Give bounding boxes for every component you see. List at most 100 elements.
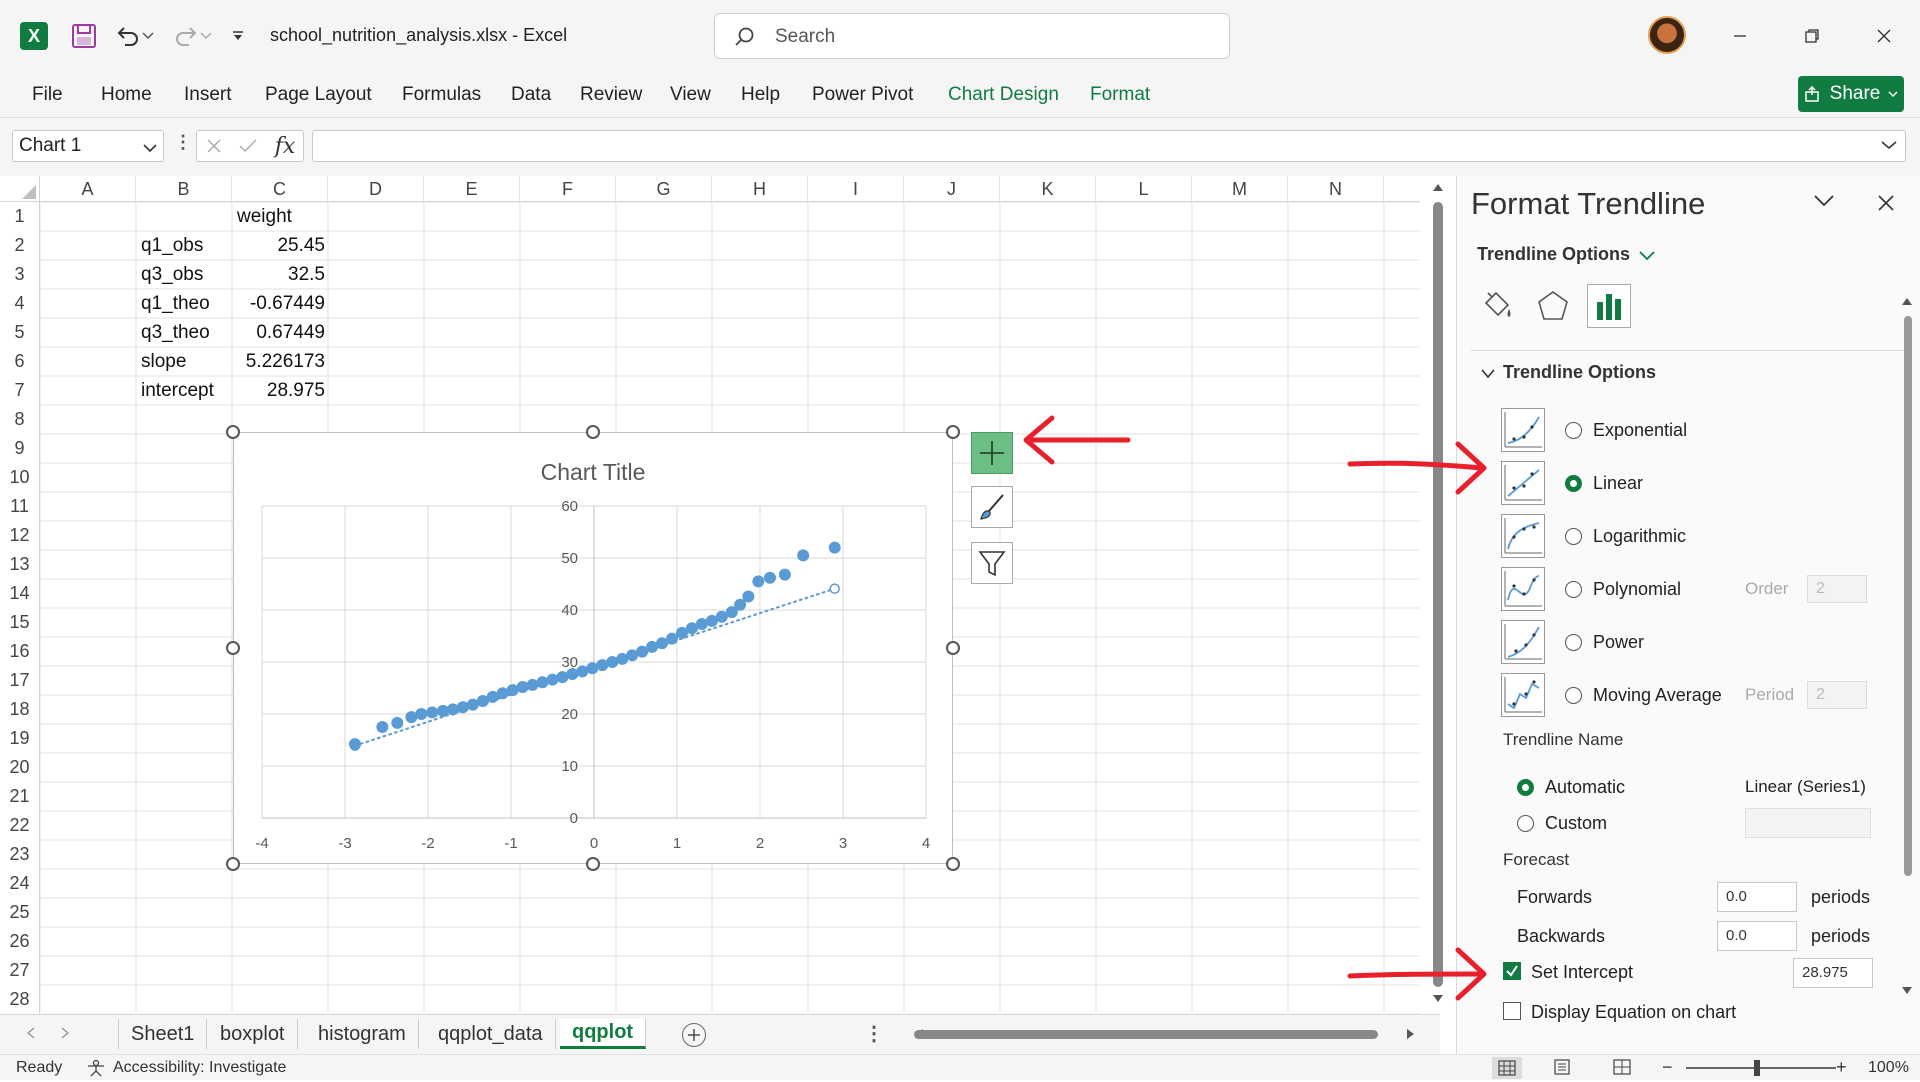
zoom-slider[interactable] xyxy=(1686,1067,1836,1069)
row-header-8[interactable]: 8 xyxy=(0,405,40,434)
set-intercept-input[interactable]: 28.975 xyxy=(1793,958,1873,988)
display-equation-checkbox[interactable] xyxy=(1503,1002,1521,1020)
cell-c1[interactable]: weight xyxy=(233,202,329,231)
resize-handle[interactable] xyxy=(946,641,960,655)
pane-scroll-thumb[interactable] xyxy=(1904,316,1912,876)
row-header-6[interactable]: 6 xyxy=(0,347,40,376)
restore-button[interactable] xyxy=(1792,18,1832,54)
trendline-type-logarithmic[interactable]: Logarithmic xyxy=(1501,514,1920,560)
page-layout-view-icon[interactable] xyxy=(1552,1059,1572,1080)
pane-options-chevron-icon[interactable] xyxy=(1813,194,1835,213)
row-header-25[interactable]: 25 xyxy=(0,898,40,927)
scroll-down-icon[interactable] xyxy=(1901,986,1913,996)
cell-c4[interactable]: -0.67449 xyxy=(233,289,329,318)
row-header-21[interactable]: 21 xyxy=(0,782,40,811)
tab-help[interactable]: Help xyxy=(741,84,780,106)
row-header-7[interactable]: 7 xyxy=(0,376,40,405)
worksheet-grid[interactable]: ABCDEFGHIJKLMN 1 2 3 4 5 6 7 8 9 10 11 12 13 14 15 16 17… xyxy=(0,176,1420,1014)
resize-handle[interactable] xyxy=(586,425,600,439)
row-header-24[interactable]: 24 xyxy=(0,869,40,898)
cell-c3[interactable]: 32.5 xyxy=(233,260,329,289)
tab-chart-design[interactable]: Chart Design xyxy=(948,84,1059,106)
tab-home[interactable]: Home xyxy=(101,84,152,106)
undo-dropdown-icon[interactable] xyxy=(140,20,156,52)
normal-view-icon[interactable] xyxy=(1492,1057,1522,1079)
resize-handle[interactable] xyxy=(946,425,960,439)
avatar[interactable] xyxy=(1648,16,1686,54)
more-options-icon[interactable]: ⋮ xyxy=(174,132,192,153)
column-header-d[interactable]: D xyxy=(328,176,424,202)
trendline-options-chart-icon[interactable] xyxy=(1587,284,1631,328)
row-header-3[interactable]: 3 xyxy=(0,260,40,289)
vertical-scrollbar[interactable] xyxy=(1420,176,1456,1014)
row-header-19[interactable]: 19 xyxy=(0,724,40,753)
chart[interactable]: Chart Title -4 -3 -2 -1 0 1 2 3 4 0 10 20 30 40 50 60 xyxy=(233,432,953,864)
sheet-tab-histogram[interactable]: histogram xyxy=(306,1019,419,1049)
row-header-10[interactable]: 10 xyxy=(0,463,40,492)
exponential-radio[interactable] xyxy=(1565,422,1582,439)
row-header-2[interactable]: 2 xyxy=(0,231,40,260)
select-all-corner[interactable] xyxy=(0,176,40,202)
power-radio[interactable] xyxy=(1565,634,1582,651)
tab-view[interactable]: View xyxy=(670,84,711,106)
insert-function-icon[interactable]: fx xyxy=(270,130,300,162)
row-header-13[interactable]: 13 xyxy=(0,550,40,579)
column-header-i[interactable]: I xyxy=(808,176,904,202)
tab-splitter-icon[interactable]: ⋮ xyxy=(864,1021,884,1046)
row-header-14[interactable]: 14 xyxy=(0,579,40,608)
trendline-type-exponential[interactable]: Exponential xyxy=(1501,408,1920,454)
row-header-18[interactable]: 18 xyxy=(0,695,40,724)
column-header-c[interactable]: C xyxy=(232,176,328,202)
cell-c5[interactable]: 0.67449 xyxy=(233,318,329,347)
section-collapse-icon[interactable] xyxy=(1481,366,1495,384)
search-input[interactable]: Search xyxy=(714,13,1230,59)
logarithmic-radio[interactable] xyxy=(1565,528,1582,545)
zoom-slider-thumb[interactable] xyxy=(1754,1060,1760,1076)
cell-b6[interactable]: slope xyxy=(137,347,233,376)
row-header-27[interactable]: 27 xyxy=(0,956,40,985)
close-window-button[interactable] xyxy=(1864,18,1904,54)
row-header-16[interactable]: 16 xyxy=(0,637,40,666)
column-header-g[interactable]: G xyxy=(616,176,712,202)
cell-b3[interactable]: q3_obs xyxy=(137,260,233,289)
tab-data[interactable]: Data xyxy=(511,84,551,106)
resize-handle[interactable] xyxy=(226,641,240,655)
scroll-tabs-right-icon[interactable] xyxy=(60,1027,70,1039)
column-header-f[interactable]: F xyxy=(520,176,616,202)
expand-formula-icon[interactable] xyxy=(1881,137,1897,155)
row-header-17[interactable]: 17 xyxy=(0,666,40,695)
row-header-20[interactable]: 20 xyxy=(0,753,40,782)
row-header-23[interactable]: 23 xyxy=(0,840,40,869)
hscroll-thumb[interactable] xyxy=(914,1030,1378,1039)
trendline-type-moving-average[interactable]: Moving Average Period 2 xyxy=(1501,673,1920,719)
resize-handle[interactable] xyxy=(946,857,960,871)
backwards-input[interactable]: 0.0 xyxy=(1717,921,1797,951)
sheet-tab-boxplot[interactable]: boxplot xyxy=(208,1019,298,1049)
chart-filters-button[interactable] xyxy=(971,542,1013,584)
scroll-up-icon[interactable] xyxy=(1901,296,1913,306)
linear-radio[interactable] xyxy=(1565,475,1582,492)
sheet-tab-qqplot-data[interactable]: qqplot_data xyxy=(426,1019,556,1049)
cell-b2[interactable]: q1_obs xyxy=(137,231,233,260)
column-header-j[interactable]: J xyxy=(904,176,1000,202)
resize-handle[interactable] xyxy=(586,857,600,871)
column-header-m[interactable]: M xyxy=(1192,176,1288,202)
chart-plot-area[interactable]: -4 -3 -2 -1 0 1 2 3 40102030405060 xyxy=(234,433,954,865)
pane-scrollbar[interactable] xyxy=(1897,296,1917,996)
row-header-11[interactable]: 11 xyxy=(0,492,40,521)
cell-b4[interactable]: q1_theo xyxy=(137,289,233,318)
row-header-12[interactable]: 12 xyxy=(0,521,40,550)
tab-formulas[interactable]: Formulas xyxy=(402,84,481,106)
customize-toolbar-icon[interactable] xyxy=(228,20,248,52)
polynomial-radio[interactable] xyxy=(1565,581,1582,598)
trendline-type-polynomial[interactable]: Polynomial Order 2 xyxy=(1501,567,1920,613)
minimize-button[interactable] xyxy=(1720,18,1760,54)
tab-page-layout[interactable]: Page Layout xyxy=(265,84,372,106)
tab-power-pivot[interactable]: Power Pivot xyxy=(812,84,913,106)
cell-b7[interactable]: intercept xyxy=(137,376,233,405)
trendline-type-linear[interactable]: Linear xyxy=(1501,461,1920,507)
scroll-thumb[interactable] xyxy=(1433,202,1443,987)
horizontal-scrollbar[interactable] xyxy=(914,1022,1414,1046)
chart-styles-button[interactable] xyxy=(971,486,1013,528)
automatic-radio[interactable] xyxy=(1517,779,1534,796)
